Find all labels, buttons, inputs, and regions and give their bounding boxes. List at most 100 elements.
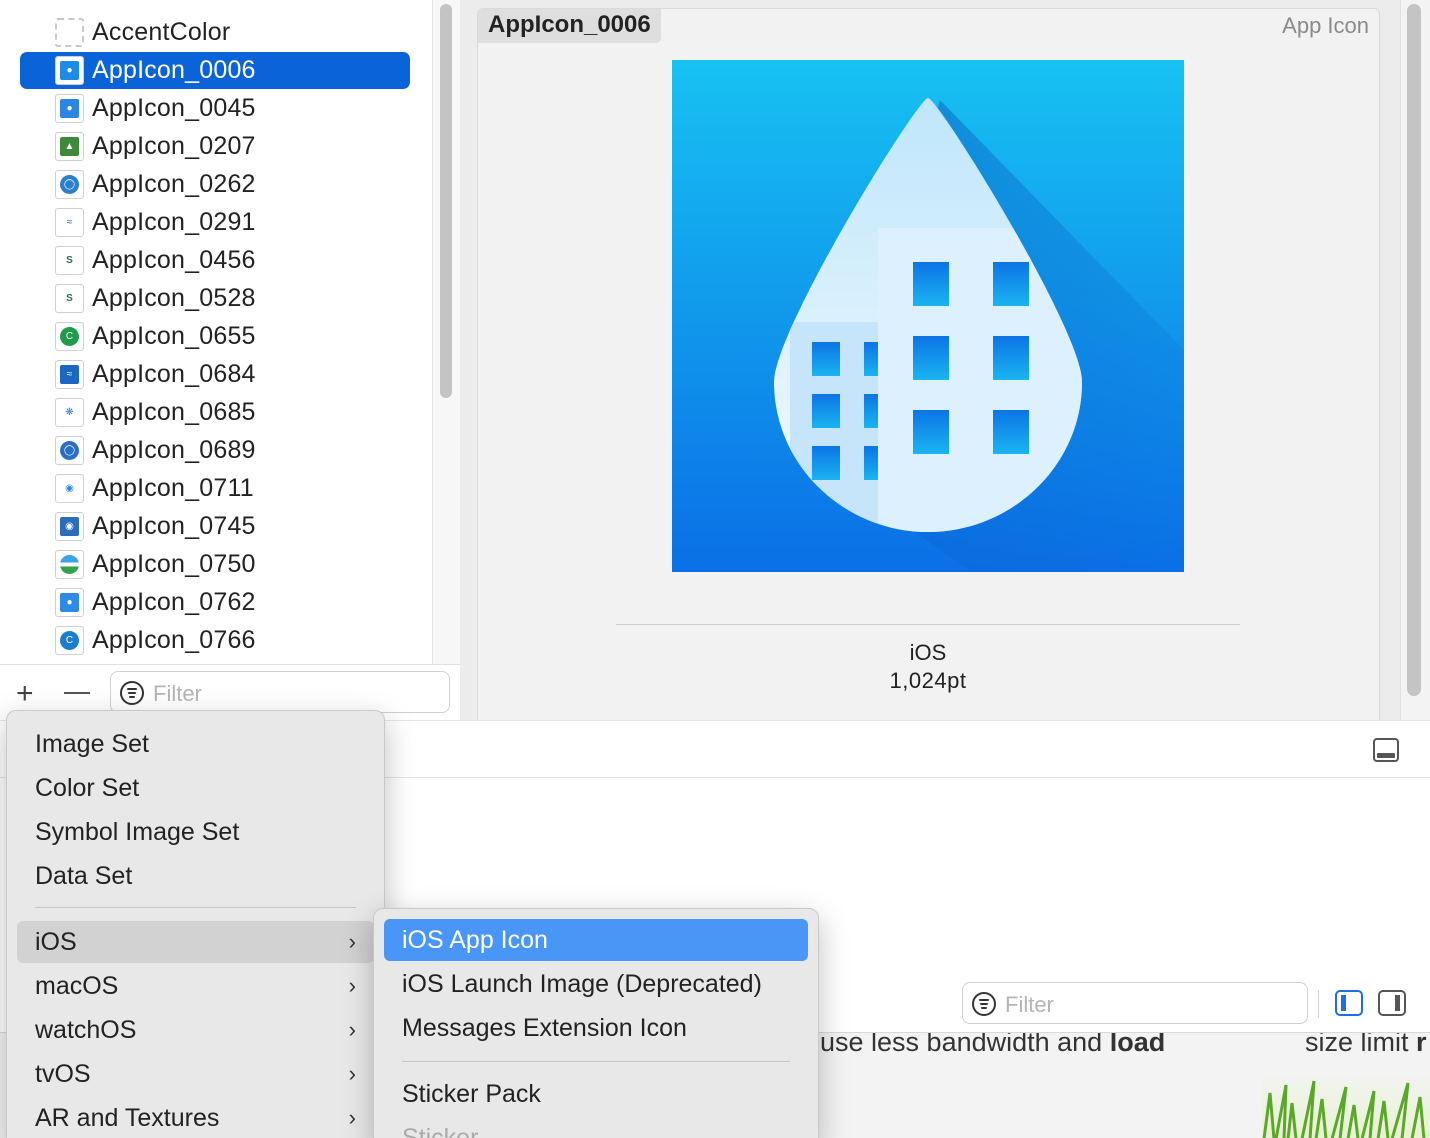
asset-row-appicon-0006[interactable]: ● AppIcon_0006 bbox=[20, 52, 410, 89]
app-icon-thumbnail: ◯ bbox=[55, 436, 84, 465]
app-icon-thumbnail bbox=[55, 550, 84, 579]
asset-label: AppIcon_0762 bbox=[92, 588, 256, 616]
filter-icon bbox=[972, 992, 996, 1016]
asset-row-accentcolor[interactable]: AccentColor bbox=[20, 14, 410, 51]
asset-label: AppIcon_0291 bbox=[92, 208, 256, 236]
menu-item-label: watchOS bbox=[35, 1016, 137, 1044]
show-inspector-icon[interactable] bbox=[1378, 990, 1406, 1016]
show-navigator-icon[interactable] bbox=[1335, 990, 1363, 1016]
asset-filter-field[interactable]: Filter bbox=[110, 671, 450, 713]
menu-item-image-set[interactable]: Image Set bbox=[17, 723, 374, 765]
menu-item-messages-extension-icon[interactable]: Messages Extension Icon bbox=[384, 1007, 808, 1049]
menu-item-ar-and-textures[interactable]: AR and Textures › bbox=[17, 1097, 374, 1138]
menu-separator bbox=[402, 1061, 790, 1062]
toolbar-divider bbox=[1318, 990, 1319, 1018]
app-icon-thumbnail: ▲ bbox=[55, 132, 84, 161]
toggle-bottom-panel-icon[interactable] bbox=[1373, 738, 1399, 762]
asset-row-appicon-0689[interactable]: ◯ AppIcon_0689 bbox=[20, 432, 410, 469]
app-icon-thumbnail: ● bbox=[55, 588, 84, 617]
app-icon-thumbnail: ≈ bbox=[55, 360, 84, 389]
color-set-icon bbox=[55, 18, 84, 47]
editor-scrollbar[interactable] bbox=[1400, 0, 1430, 720]
asset-list: AccentColor ● AppIcon_0006 ● AppIcon_004… bbox=[0, 0, 432, 664]
app-icon-thumbnail: ❋ bbox=[55, 398, 84, 427]
water-drop-building-icon bbox=[672, 60, 1184, 572]
menu-item-macos[interactable]: macOS › bbox=[17, 965, 374, 1007]
app-icon-thumbnail: C bbox=[55, 626, 84, 655]
chevron-right-icon: › bbox=[348, 1105, 356, 1130]
asset-label: AppIcon_0006 bbox=[92, 56, 256, 84]
menu-item-watchos[interactable]: watchOS › bbox=[17, 1009, 374, 1051]
asset-row-appicon-0262[interactable]: ◯ AppIcon_0262 bbox=[20, 166, 410, 203]
app-icon-thumbnail: C bbox=[55, 322, 84, 351]
asset-label: AppIcon_0684 bbox=[92, 360, 256, 388]
menu-separator bbox=[35, 907, 356, 908]
asset-label: AppIcon_0750 bbox=[92, 550, 256, 578]
app-icon-thumbnail: ◉ bbox=[55, 474, 84, 503]
asset-row-appicon-0045[interactable]: ● AppIcon_0045 bbox=[20, 90, 410, 127]
asset-label: AppIcon_0745 bbox=[92, 512, 256, 540]
asset-row-appicon-0207[interactable]: ▲ AppIcon_0207 bbox=[20, 128, 410, 165]
asset-row-appicon-0684[interactable]: ≈ AppIcon_0684 bbox=[20, 356, 410, 393]
remove-asset-button[interactable] bbox=[64, 692, 90, 694]
asset-row-appicon-0745[interactable]: ◉ AppIcon_0745 bbox=[20, 508, 410, 545]
asset-label: AppIcon_0207 bbox=[92, 132, 256, 160]
asset-row-appicon-0685[interactable]: ❋ AppIcon_0685 bbox=[20, 394, 410, 431]
scrollbar-knob[interactable] bbox=[440, 4, 452, 398]
menu-item-ios-launch-image[interactable]: iOS Launch Image (Deprecated) bbox=[384, 963, 808, 1005]
menu-item-ios-app-icon[interactable]: iOS App Icon bbox=[384, 919, 808, 961]
asset-set-name: AppIcon_0006 bbox=[478, 9, 661, 43]
asset-row-appicon-0528[interactable]: S AppIcon_0528 bbox=[20, 280, 410, 317]
asset-row-appicon-0766[interactable]: C AppIcon_0766 bbox=[20, 622, 410, 659]
menu-item-ios[interactable]: iOS › bbox=[17, 921, 374, 963]
asset-label: AppIcon_0262 bbox=[92, 170, 256, 198]
asset-label: AppIcon_0766 bbox=[92, 626, 256, 654]
menu-item-data-set[interactable]: Data Set bbox=[17, 855, 374, 897]
asset-row-appicon-0655[interactable]: C AppIcon_0655 bbox=[20, 318, 410, 355]
app-icon-thumbnail: ≈ bbox=[55, 208, 84, 237]
menu-item-label: tvOS bbox=[35, 1060, 91, 1088]
asset-row-appicon-0750[interactable]: AppIcon_0750 bbox=[20, 546, 410, 583]
filter-placeholder: Filter bbox=[1005, 992, 1054, 1017]
asset-label: AccentColor bbox=[92, 18, 231, 46]
filter-icon bbox=[120, 681, 144, 705]
ios-submenu: iOS App Icon iOS Launch Image (Deprecate… bbox=[373, 908, 819, 1138]
app-icon-thumbnail: ● bbox=[55, 94, 84, 123]
background-text: size limit r bbox=[1305, 1032, 1427, 1057]
asset-label: AppIcon_0655 bbox=[92, 322, 256, 350]
app-icon-thumbnail: S bbox=[55, 284, 84, 313]
menu-item-label: macOS bbox=[35, 972, 119, 1000]
menu-item-symbol-image-set[interactable]: Symbol Image Set bbox=[17, 811, 374, 853]
app-icon-thumbnail: ◯ bbox=[55, 170, 84, 199]
chevron-right-icon: › bbox=[348, 1017, 356, 1042]
menu-item-label: iOS bbox=[35, 928, 77, 956]
lower-filter-field[interactable]: Filter bbox=[962, 982, 1308, 1024]
background-text: use less bandwidth and load bbox=[820, 1032, 1166, 1057]
asset-row-appicon-0456[interactable]: S AppIcon_0456 bbox=[20, 242, 410, 279]
asset-row-appicon-0762[interactable]: ● AppIcon_0762 bbox=[20, 584, 410, 621]
asset-label: AppIcon_0456 bbox=[92, 246, 256, 274]
menu-item-label: AR and Textures bbox=[35, 1104, 220, 1132]
scrollbar-knob[interactable] bbox=[1407, 4, 1421, 696]
app-icon-thumbnail: ● bbox=[55, 56, 84, 85]
app-icon-thumbnail: ◉ bbox=[55, 512, 84, 541]
chevron-right-icon: › bbox=[348, 1061, 356, 1086]
menu-item-sticker-pack[interactable]: Sticker Pack bbox=[384, 1073, 808, 1115]
asset-label: AppIcon_0711 bbox=[92, 474, 254, 502]
add-asset-menu: Image Set Color Set Symbol Image Set Dat… bbox=[6, 710, 385, 1138]
asset-label: AppIcon_0685 bbox=[92, 398, 256, 426]
app-icon-image-well[interactable] bbox=[672, 60, 1184, 572]
asset-row-appicon-0291[interactable]: ≈ AppIcon_0291 bbox=[20, 204, 410, 241]
menu-item-sticker[interactable]: Sticker bbox=[384, 1117, 808, 1138]
slot-divider bbox=[616, 624, 1240, 625]
menu-item-tvos[interactable]: tvOS › bbox=[17, 1053, 374, 1095]
asset-list-scrollbar[interactable] bbox=[432, 0, 460, 720]
add-asset-button[interactable]: + bbox=[16, 679, 34, 709]
app-icon-thumbnail: S bbox=[55, 246, 84, 275]
filter-placeholder: Filter bbox=[153, 681, 202, 706]
asset-set-kind: App Icon bbox=[1282, 13, 1369, 38]
chevron-right-icon: › bbox=[348, 929, 356, 954]
asset-label: AppIcon_0689 bbox=[92, 436, 256, 464]
menu-item-color-set[interactable]: Color Set bbox=[17, 767, 374, 809]
asset-row-appicon-0711[interactable]: ◉ AppIcon_0711 bbox=[20, 470, 410, 507]
